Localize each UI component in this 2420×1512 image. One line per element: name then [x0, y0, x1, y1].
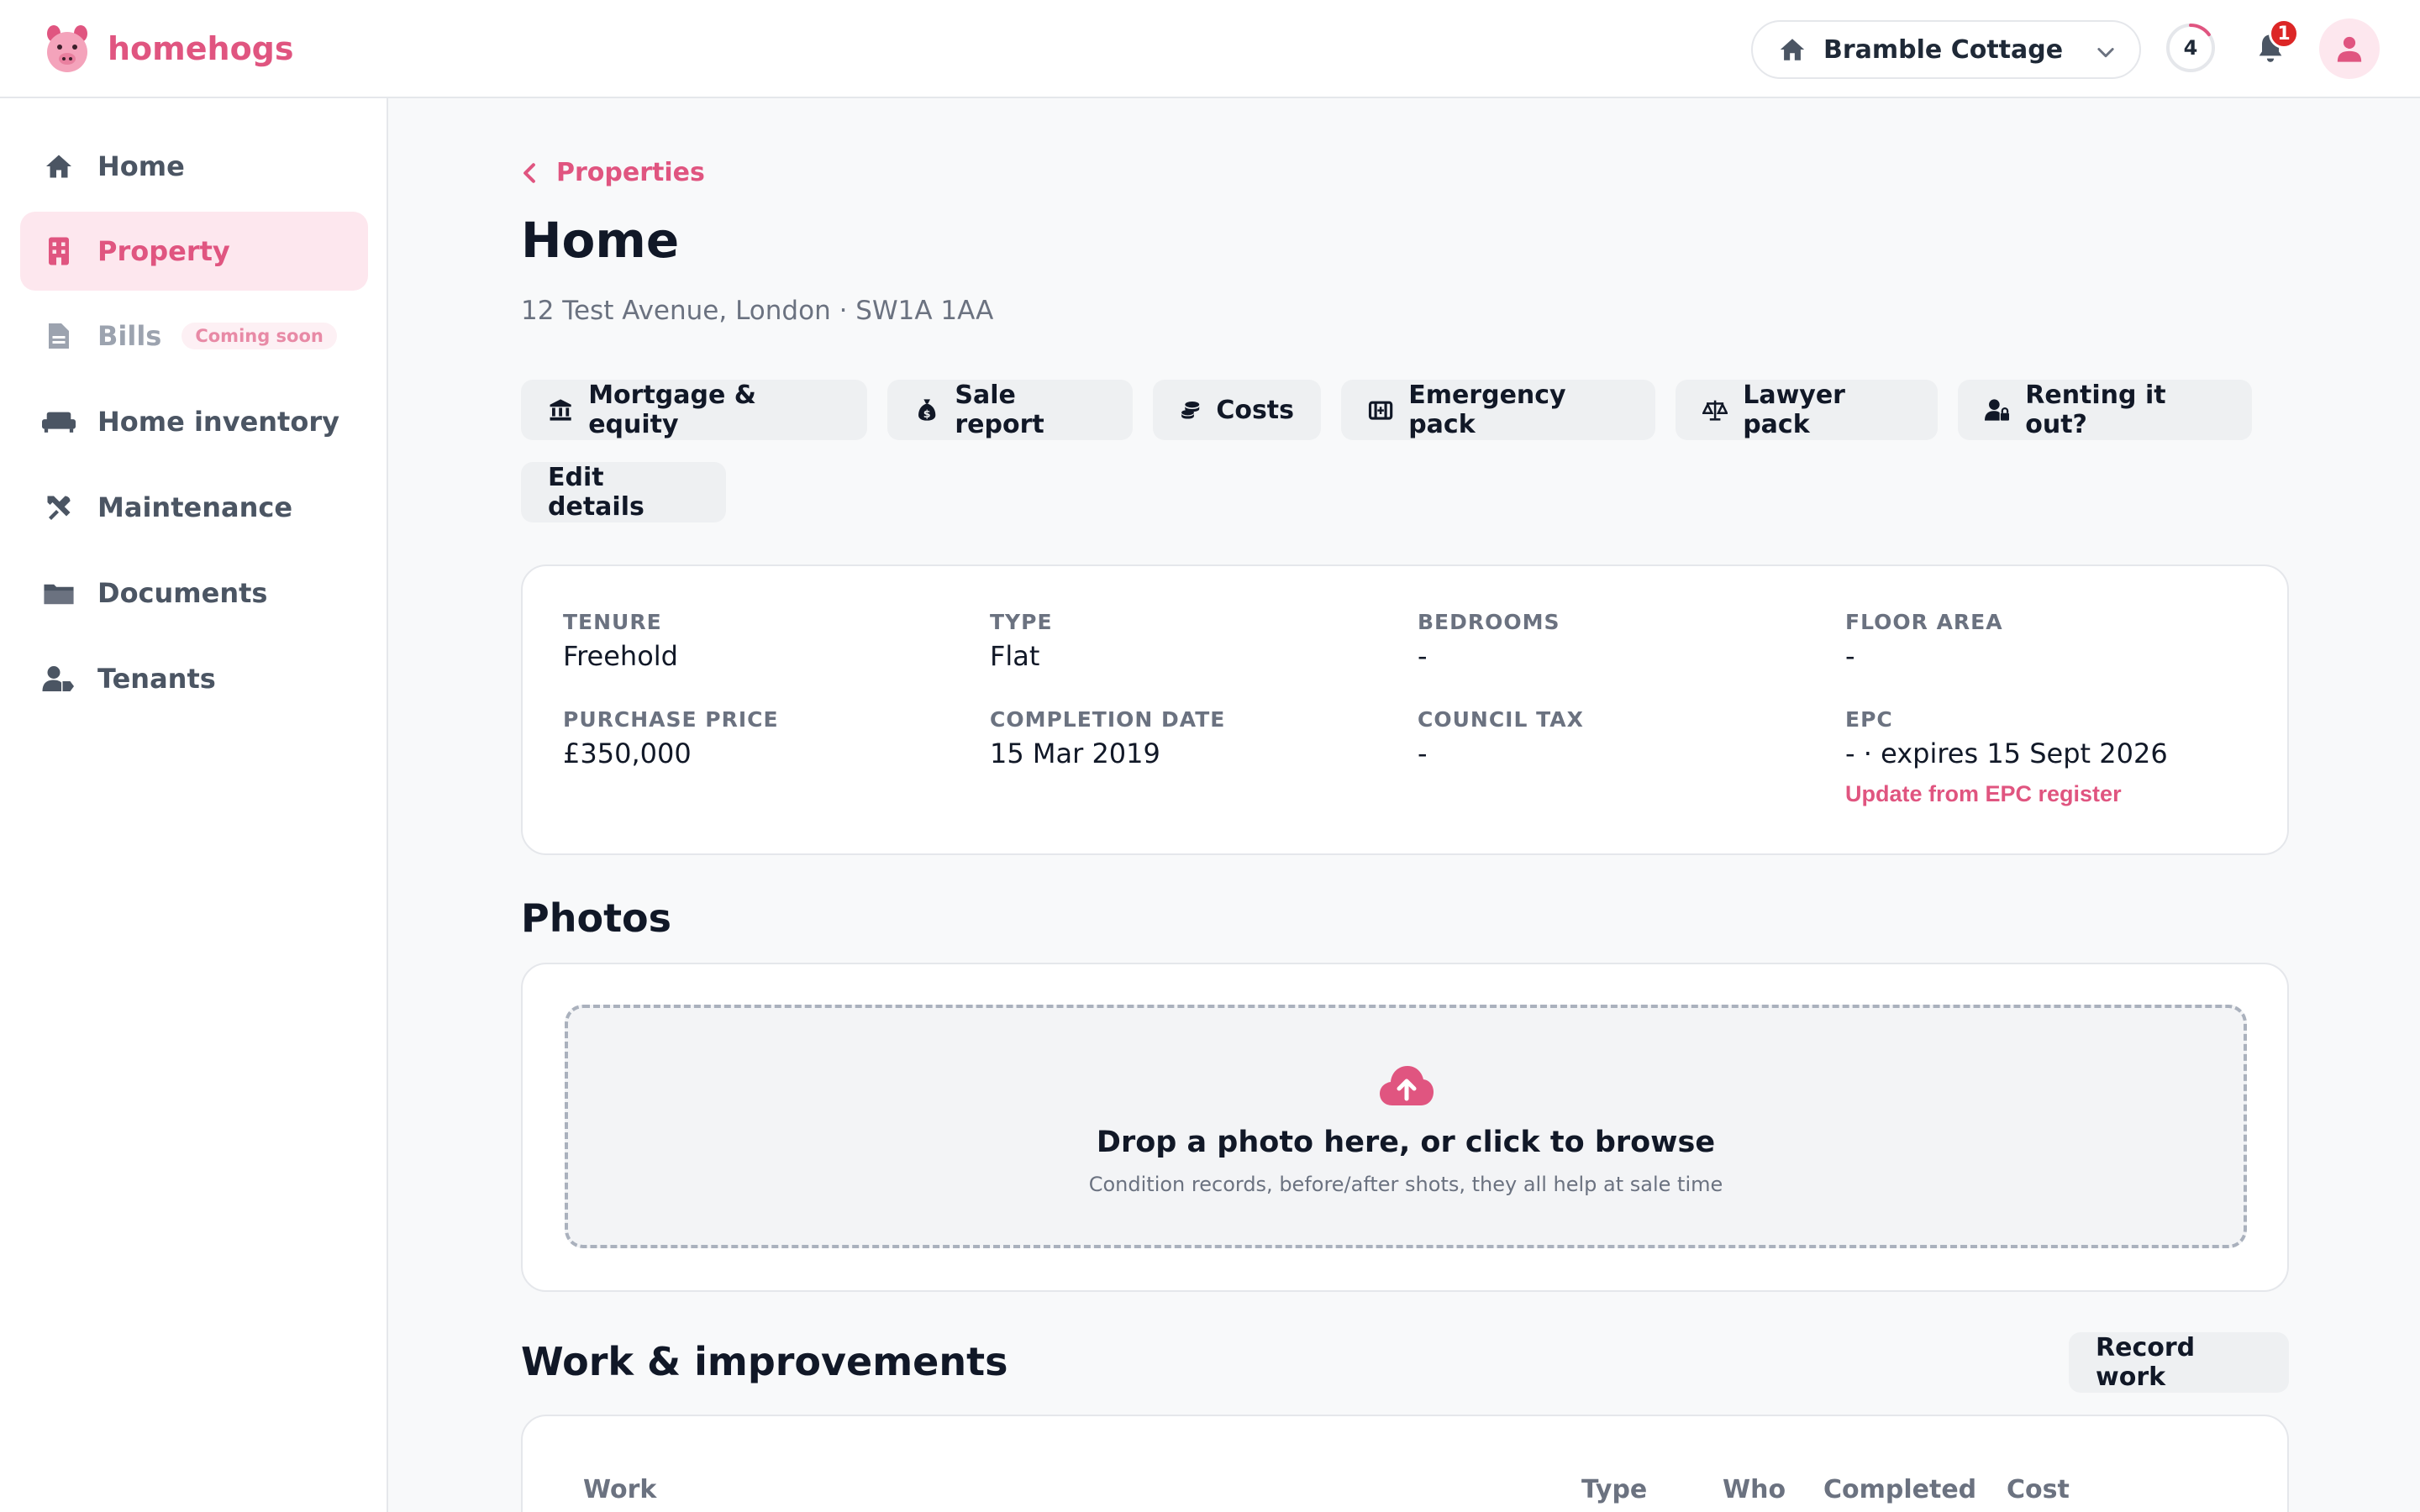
update-epc-link[interactable]: Update from EPC register — [1845, 781, 2122, 807]
svg-text:$: $ — [923, 407, 931, 420]
app-name: homehogs — [108, 30, 294, 67]
sale-report-button[interactable]: $ Sale report — [887, 380, 1133, 440]
first-aid-icon — [1368, 401, 1393, 420]
council-tax-label: COUNCIL TAX — [1418, 707, 1584, 732]
couch-icon — [42, 412, 76, 433]
logo[interactable]: homehogs — [44, 22, 294, 76]
tenure-label: TENURE — [563, 610, 662, 634]
epc-value: - · expires 15 Sept 2026 — [1845, 738, 2168, 769]
bedrooms-value: - — [1418, 640, 1428, 672]
sidebar-item-label: Bills — [97, 320, 162, 352]
page-title: Home — [521, 212, 680, 269]
council-tax-value: - — [1418, 738, 1428, 769]
dropzone-subtitle: Condition records, before/after shots, t… — [1088, 1173, 1723, 1196]
home-icon — [46, 155, 71, 178]
progress-count: 4 — [2183, 36, 2198, 60]
chevron-left-icon — [523, 162, 535, 183]
notifications-badge: 1 — [2269, 18, 2299, 49]
completion-date-value: 15 Mar 2019 — [990, 738, 1160, 769]
house-icon — [1780, 39, 1805, 60]
sidebar-item-tenants[interactable]: Tenants — [20, 639, 368, 718]
user-icon — [2337, 36, 2362, 62]
purchase-price-label: PURCHASE PRICE — [563, 707, 779, 732]
button-label: Mortgage & equity — [588, 381, 756, 439]
button-label: Costs — [1216, 395, 1294, 425]
user-lock-icon — [1985, 399, 2009, 421]
sidebar-item-label: Property — [97, 235, 230, 267]
property-selector[interactable]: Bramble Cottage — [1751, 20, 2141, 79]
money-bag-icon: $ — [918, 399, 936, 421]
floor-area-value: - — [1845, 640, 1855, 672]
sidebar-item-label: Maintenance — [97, 491, 293, 523]
coins-icon — [1181, 401, 1200, 419]
sidebar-item-property[interactable]: Property — [20, 212, 368, 291]
floor-area-label: FLOOR AREA — [1845, 610, 2003, 634]
property-details-card: TENURE Freehold TYPE Flat BEDROOMS - FLO… — [521, 564, 2289, 855]
column-header-work[interactable]: Work — [583, 1475, 656, 1504]
sidebar-item-bills: Bills Coming soon — [20, 297, 368, 375]
column-header-completed[interactable]: Completed — [1823, 1475, 1976, 1504]
bedrooms-label: BEDROOMS — [1418, 610, 1560, 634]
costs-button[interactable]: Costs — [1153, 380, 1321, 440]
sidebar: Home Property Bills Coming soon Home inv… — [0, 98, 388, 1512]
building-icon — [49, 237, 69, 265]
emergency-pack-button[interactable]: Emergency pack — [1341, 380, 1655, 440]
sidebar-item-home-inventory[interactable]: Home inventory — [20, 382, 368, 461]
lawyer-pack-button[interactable]: Lawyer pack — [1676, 380, 1938, 440]
work-table-card: Work Type Who Completed Cost — [521, 1415, 2289, 1512]
sidebar-item-label: Tenants — [97, 663, 216, 695]
type-label: TYPE — [990, 610, 1053, 634]
folder-icon — [44, 584, 74, 605]
document-icon — [49, 323, 69, 349]
property-address: 12 Test Avenue, London · SW1A 1AA — [521, 296, 994, 326]
breadcrumb[interactable]: Properties — [521, 158, 705, 187]
breadcrumb-link[interactable]: Properties — [556, 158, 705, 187]
dropzone-title: Drop a photo here, or click to browse — [1096, 1126, 1716, 1159]
button-label: Lawyer pack — [1743, 381, 1845, 439]
tools-icon — [47, 496, 71, 520]
user-tag-icon — [42, 666, 74, 691]
property-selector-label: Bramble Cottage — [1823, 34, 2064, 65]
sidebar-item-documents[interactable]: Documents — [20, 554, 368, 633]
completion-date-label: COMPLETION DATE — [990, 707, 1226, 732]
column-header-cost[interactable]: Cost — [2007, 1475, 2070, 1504]
cloud-upload-icon — [1380, 1066, 1434, 1105]
sidebar-item-home[interactable]: Home — [20, 127, 368, 206]
photos-title: Photos — [521, 895, 672, 941]
scales-icon — [1702, 400, 1728, 421]
renting-it-out-button[interactable]: Renting it out? — [1958, 380, 2252, 440]
top-bar: homehogs Bramble Cottage 4 1 — [0, 0, 2420, 98]
sidebar-item-label: Documents — [97, 577, 268, 609]
avatar[interactable] — [2319, 18, 2380, 79]
chevron-down-icon — [2097, 48, 2114, 58]
pig-logo-icon — [47, 25, 87, 72]
edit-details-button[interactable]: Edit details — [521, 462, 726, 522]
work-title: Work & improvements — [521, 1339, 1008, 1384]
sidebar-item-maintenance[interactable]: Maintenance — [20, 468, 368, 547]
button-label: Renting it out? — [2025, 381, 2166, 439]
button-label: Sale report — [955, 381, 1044, 439]
sidebar-item-label: Home — [97, 150, 185, 182]
photo-dropzone[interactable]: Drop a photo here, or click to browse Co… — [565, 1005, 2247, 1248]
mortgage-equity-button[interactable]: Mortgage & equity — [521, 380, 867, 440]
epc-label: EPC — [1845, 707, 1893, 732]
button-label: Record work — [2096, 1333, 2196, 1392]
purchase-price-value: £350,000 — [563, 738, 692, 769]
tenure-value: Freehold — [563, 640, 678, 672]
button-label: Edit details — [548, 463, 644, 522]
type-value: Flat — [990, 640, 1040, 672]
record-work-button[interactable]: Record work — [2069, 1332, 2289, 1393]
coming-soon-badge: Coming soon — [182, 323, 337, 349]
column-header-type[interactable]: Type — [1581, 1475, 1647, 1504]
bank-icon — [550, 399, 571, 421]
button-label: Emergency pack — [1408, 381, 1566, 439]
photos-card: Drop a photo here, or click to browse Co… — [521, 963, 2289, 1292]
sidebar-item-label: Home inventory — [97, 406, 339, 438]
column-header-who[interactable]: Who — [1723, 1475, 1786, 1504]
